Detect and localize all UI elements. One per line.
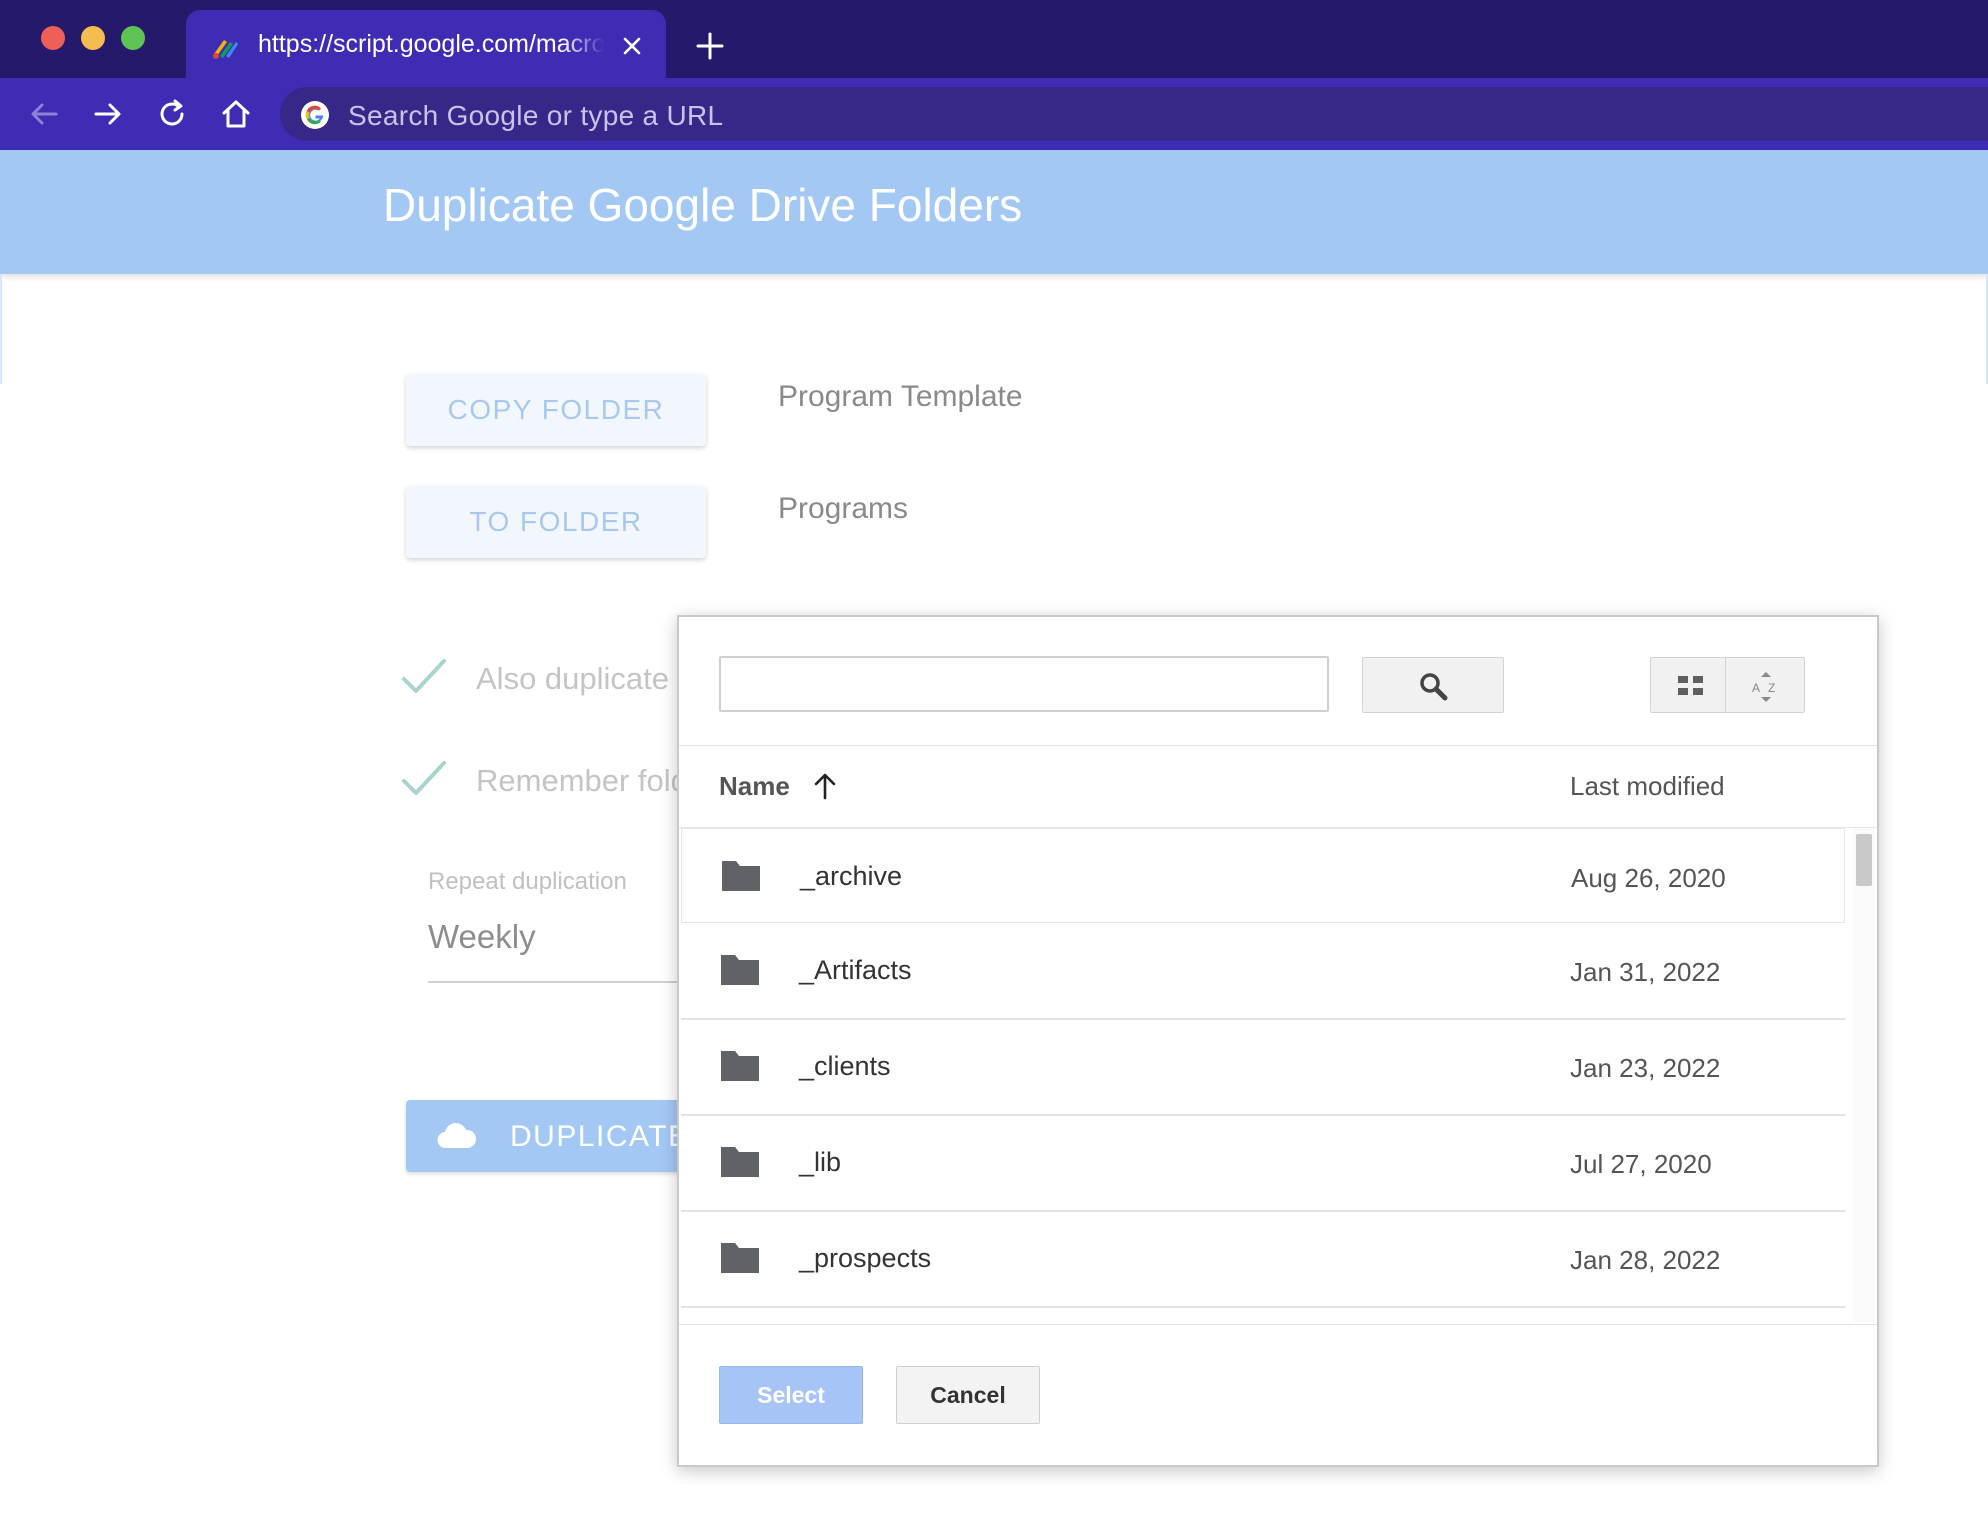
also-duplicate-label: Also duplicate xyxy=(476,661,670,696)
to-folder-value: Programs xyxy=(778,492,909,525)
page-title: Duplicate Google Drive Folders xyxy=(383,179,1023,231)
svg-text:A: A xyxy=(1752,681,1760,695)
plus-icon[interactable] xyxy=(690,26,730,66)
checkmark-icon[interactable] xyxy=(400,657,448,697)
zoom-window-button[interactable] xyxy=(121,26,145,50)
repeat-duplication-label: Repeat duplication xyxy=(428,868,627,895)
table-row[interactable]: _prospects Jan 28, 2022 xyxy=(681,1211,1845,1308)
repeat-duplication-select[interactable]: Weekly xyxy=(428,918,536,956)
forward-arrow-icon[interactable] xyxy=(90,96,126,132)
svg-text:Z: Z xyxy=(1768,681,1775,695)
address-bar[interactable]: Search Google or type a URL xyxy=(280,87,1988,141)
to-folder-button[interactable]: TO FOLDER xyxy=(406,486,706,558)
sort-options-button[interactable]: A Z xyxy=(1725,657,1805,713)
cancel-button[interactable]: Cancel xyxy=(896,1366,1040,1424)
select-underline xyxy=(428,981,682,983)
copy-folder-button[interactable]: COPY FOLDER xyxy=(406,374,706,446)
folder-icon xyxy=(721,955,759,985)
apps-script-icon xyxy=(213,40,238,59)
search-button[interactable] xyxy=(1362,657,1504,713)
app-header: Duplicate Google Drive Folders xyxy=(0,150,1988,274)
folder-modified-date: Jan 31, 2022 xyxy=(1570,957,1721,987)
home-icon[interactable] xyxy=(218,96,254,132)
google-logo-icon xyxy=(301,101,329,129)
search-icon xyxy=(1420,673,1448,701)
browser-tab[interactable]: https://script.google.com/macros/s/ xyxy=(186,10,666,82)
folder-list: _archive Aug 26, 2020 _Artifacts Jan 31,… xyxy=(679,828,1847,1308)
folder-modified-date: Jul 27, 2020 xyxy=(1570,1149,1712,1179)
folder-name: _lib xyxy=(799,1147,842,1177)
folder-name: _Artifacts xyxy=(799,955,912,985)
table-row[interactable]: _lib Jul 27, 2020 xyxy=(681,1115,1845,1212)
folder-picker-dialog: A Z Name Last modified _archive Aug 26, … xyxy=(677,615,1879,1467)
picker-search-input[interactable] xyxy=(719,656,1329,712)
divider xyxy=(679,1324,1877,1325)
minimize-window-button[interactable] xyxy=(81,26,105,50)
duplicate-button[interactable]: DUPLICATE xyxy=(406,1100,696,1172)
reload-icon[interactable] xyxy=(154,96,190,132)
list-scrollbar[interactable] xyxy=(1853,828,1875,1322)
arrow-up-icon[interactable] xyxy=(811,771,839,801)
folder-modified-date: Jan 28, 2022 xyxy=(1570,1245,1721,1275)
last-modified-column-header[interactable]: Last modified xyxy=(1570,771,1725,802)
name-column-header[interactable]: Name xyxy=(719,771,790,802)
folder-name: _clients xyxy=(799,1051,891,1081)
folder-modified-date: Jan 23, 2022 xyxy=(1570,1053,1721,1083)
copy-folder-value: Program Template xyxy=(778,380,1023,413)
back-arrow-icon[interactable] xyxy=(26,96,62,132)
folder-modified-date: Aug 26, 2020 xyxy=(1571,863,1726,893)
sort-az-icon: A Z xyxy=(1752,672,1775,702)
cloud-icon xyxy=(437,1123,477,1149)
table-row[interactable]: _archive Aug 26, 2020 xyxy=(681,828,1845,923)
divider xyxy=(679,745,1877,746)
folder-icon xyxy=(721,1051,759,1081)
checkmark-icon[interactable] xyxy=(400,759,448,799)
browser-toolbar: Search Google or type a URL xyxy=(0,78,1988,150)
address-bar-placeholder: Search Google or type a URL xyxy=(348,100,724,131)
table-row[interactable]: _clients Jan 23, 2022 xyxy=(681,1019,1845,1116)
folder-icon xyxy=(722,861,760,891)
select-button[interactable]: Select xyxy=(719,1366,863,1424)
close-icon[interactable] xyxy=(618,32,646,60)
table-row[interactable]: _Artifacts Jan 31, 2022 xyxy=(681,923,1845,1020)
remember-folders-label: Remember fold xyxy=(476,763,688,798)
folder-name: _archive xyxy=(800,861,903,891)
grid-view-button[interactable] xyxy=(1650,657,1730,713)
folder-icon xyxy=(721,1147,759,1177)
grid-icon xyxy=(1678,676,1703,695)
scrollbar-thumb[interactable] xyxy=(1856,834,1872,886)
close-window-button[interactable] xyxy=(41,26,65,50)
tab-title: https://script.google.com/macros/s/ xyxy=(258,30,604,58)
page-edge-left xyxy=(0,274,2,384)
duplicate-button-label: DUPLICATE xyxy=(510,1120,690,1153)
tab-bar: https://script.google.com/macros/s/ xyxy=(0,0,1988,82)
folder-icon xyxy=(721,1243,759,1273)
folder-name: _prospects xyxy=(799,1243,932,1273)
